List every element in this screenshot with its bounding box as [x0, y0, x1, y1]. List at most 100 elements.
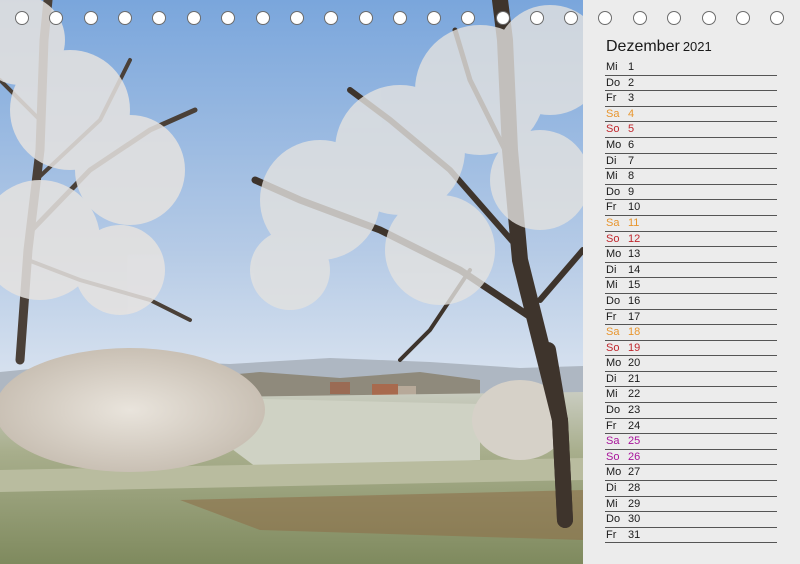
- day-number: 16: [628, 294, 641, 307]
- day-list: Mi 1 Do 2 Fr 3 Sa 4 So 5 Mo 6 Di 7 Mi 8 Do 9 Fr 10 Sa 11 So 12 M…: [605, 60, 777, 544]
- binding-hole: [290, 11, 304, 25]
- day-row: Do 2: [605, 76, 777, 92]
- weekday-label: Mi: [606, 279, 618, 292]
- weekday-label: Mo: [606, 138, 622, 151]
- binding-hole: [496, 11, 510, 25]
- day-number: 24: [628, 419, 641, 432]
- weekday-label: Di: [606, 372, 617, 385]
- calendar-title: Dezember 2021: [606, 38, 712, 56]
- day-number: 5: [628, 123, 635, 136]
- weekday-label: Fr: [606, 419, 617, 432]
- day-number: 3: [628, 92, 635, 105]
- landscape-photo: [0, 0, 583, 564]
- binding-hole: [427, 11, 441, 25]
- day-number: 7: [628, 154, 635, 167]
- weekday-label: So: [606, 450, 620, 463]
- day-row: Do 23: [605, 403, 777, 419]
- binding-hole: [221, 11, 235, 25]
- weekday-label: So: [606, 341, 620, 354]
- weekday-label: Do: [606, 76, 621, 89]
- day-row: Do 16: [605, 294, 777, 310]
- day-row: Sa 18: [605, 325, 777, 341]
- day-number: 8: [628, 170, 635, 183]
- day-row: So 5: [605, 122, 777, 138]
- day-row: Do 9: [605, 185, 777, 201]
- binding-hole: [15, 11, 29, 25]
- month-label: Dezember: [606, 38, 680, 55]
- weekday-label: Fr: [606, 201, 617, 214]
- day-number: 17: [628, 310, 641, 323]
- day-row: So 19: [605, 341, 777, 357]
- binding-hole: [702, 11, 716, 25]
- day-row: Di 14: [605, 263, 777, 279]
- binding-hole: [187, 11, 201, 25]
- weekday-label: Mo: [606, 466, 622, 479]
- binding-hole: [633, 11, 647, 25]
- day-row: Mi 22: [605, 387, 777, 404]
- weekday-label: So: [606, 123, 620, 136]
- weekday-label: Do: [606, 513, 621, 526]
- day-number: 29: [628, 497, 641, 510]
- binding-hole: [324, 11, 338, 25]
- day-number: 31: [628, 528, 641, 541]
- day-number: 20: [628, 357, 641, 370]
- day-number: 26: [628, 450, 641, 463]
- day-number: 27: [628, 466, 641, 479]
- weekday-label: Do: [606, 404, 621, 417]
- binding-holes: [0, 0, 800, 36]
- weekday-label: Mo: [606, 357, 622, 370]
- weekday-label: Mi: [606, 61, 618, 73]
- day-number: 23: [628, 404, 641, 417]
- day-row: Di 7: [605, 154, 777, 170]
- day-row: Fr 17: [605, 310, 777, 326]
- day-row: Mo 6: [605, 138, 777, 154]
- binding-hole: [770, 11, 784, 25]
- weekday-label: Do: [606, 185, 621, 198]
- weekday-label: Di: [606, 482, 617, 495]
- weekday-label: Fr: [606, 92, 617, 105]
- weekday-label: Sa: [606, 435, 620, 448]
- day-number: 28: [628, 482, 641, 495]
- day-row: Fr 24: [605, 419, 777, 435]
- weekday-label: Sa: [606, 107, 620, 120]
- weekday-label: Fr: [606, 310, 617, 323]
- binding-hole: [49, 11, 63, 25]
- day-number: 12: [628, 232, 641, 245]
- day-row: Fr 31: [605, 528, 777, 544]
- binding-hole: [736, 11, 750, 25]
- day-number: 30: [628, 513, 641, 526]
- day-number: 11: [628, 216, 640, 229]
- day-number: 22: [628, 388, 641, 401]
- binding-hole: [530, 11, 544, 25]
- binding-hole: [152, 11, 166, 25]
- day-row: Fr 10: [605, 200, 777, 216]
- day-number: 21: [628, 372, 641, 385]
- weekday-label: Do: [606, 294, 621, 307]
- day-row: Mi 15: [605, 278, 777, 294]
- day-row: Mo 27: [605, 465, 777, 482]
- year-label: 2021: [682, 39, 712, 54]
- binding-hole: [461, 11, 475, 25]
- weekday-label: Mo: [606, 248, 622, 261]
- day-number: 4: [628, 107, 635, 120]
- day-row: Di 21: [605, 372, 777, 388]
- day-row: Fr 3: [605, 91, 777, 107]
- binding-hole: [256, 11, 270, 25]
- day-number: 6: [628, 138, 635, 151]
- binding-hole: [564, 11, 578, 25]
- weekday-label: Di: [606, 154, 617, 167]
- day-number: 10: [628, 201, 641, 214]
- day-row: So 26: [605, 450, 777, 466]
- day-row: Mi 29: [605, 497, 777, 513]
- day-row: Sa 11: [605, 216, 777, 232]
- weekday-label: So: [606, 232, 620, 245]
- binding-hole: [393, 11, 407, 25]
- day-row: Di 28: [605, 481, 777, 497]
- day-number: 9: [628, 185, 635, 198]
- day-row: Sa 25: [605, 434, 777, 450]
- day-row: Mo 13: [605, 247, 777, 263]
- weekday-label: Mi: [606, 170, 618, 183]
- day-number: 18: [628, 326, 641, 339]
- day-row: Do 30: [605, 512, 777, 528]
- calendar-panel: Dezember 2021 Mi 1 Do 2 Fr 3 Sa 4 So 5 Mo 6 Di 7 Mi 8 Do 9…: [583, 0, 800, 564]
